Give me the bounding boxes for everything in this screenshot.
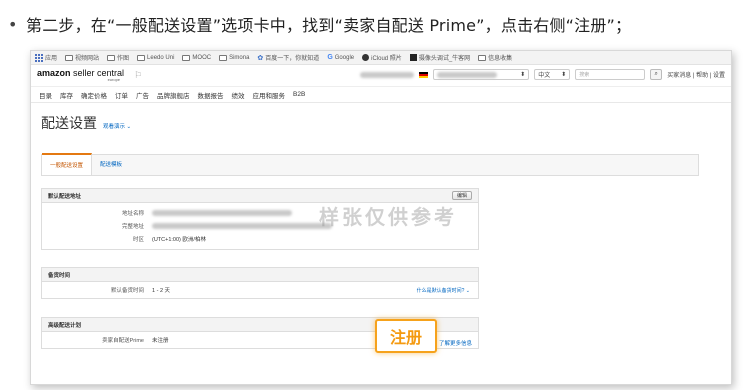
nav-catalog[interactable]: 目录 <box>39 90 52 100</box>
apps-icon <box>35 53 43 62</box>
learn-more-link[interactable]: 了解更多信息 <box>439 339 472 347</box>
header-controls: ⬍ 中文 ⬍ 搜索 ⌕ 买家消息 | 帮助 | 设置 <box>360 69 725 80</box>
main-nav: 目录 库存 确定价格 订单 广告 品牌旗舰店 数据报告 绩效 应用和服务 B2B <box>31 87 731 103</box>
folder-icon <box>219 54 228 61</box>
nav-pricing[interactable]: 确定价格 <box>81 90 107 100</box>
search-input[interactable]: 搜索 <box>575 69 646 80</box>
default-handling-row: 默认备货时间 1 - 2 天 什么是默认备货时间? ⌄ <box>110 287 470 295</box>
instruction-text: 第二步，在“一般配送设置”选项卡中，找到“卖家自配送 Prime”，点击右侧“注… <box>26 16 632 35</box>
nav-b2b[interactable]: B2B <box>293 91 305 98</box>
bookmark-google[interactable]: G Google <box>327 54 354 61</box>
flag-icon[interactable]: ⚐ <box>134 70 142 81</box>
nav-apps[interactable]: 应用和服务 <box>253 90 286 100</box>
bookmark-apps[interactable]: 应用 <box>35 53 57 62</box>
square-icon <box>409 54 417 61</box>
timezone-row: 时区 (UTC+1:00) 欧洲/柏林 <box>132 236 206 243</box>
folder-icon <box>65 54 74 61</box>
page-header: 配送设置 观看演示 ⌄ <box>31 103 731 132</box>
bookmarks-bar: 应用 视频网站 作图 Leedo Uni MOOC Simona ✿ 百度一下，你… <box>31 51 731 65</box>
nav-stores[interactable]: 品牌旗舰店 <box>157 90 190 100</box>
marketplace-select[interactable]: ⬍ <box>433 69 530 80</box>
handling-time-help-link[interactable]: 什么是默认备货时间? ⌄ <box>417 287 470 294</box>
instruction-line: • 第二步，在“一般配送设置”选项卡中，找到“卖家自配送 Prime”，点击右侧… <box>8 10 748 38</box>
watermark: 样张仅供参考 <box>319 205 457 229</box>
seller-header: amazon seller central europe ⚐ ⬍ 中文 ⬍ 搜索 … <box>31 65 731 87</box>
redacted-value <box>152 209 292 216</box>
amazon-logo[interactable]: amazon seller central europe <box>37 69 124 82</box>
bookmark-video[interactable]: 视频网站 <box>65 53 99 62</box>
handling-time-section: 备货时间 默认备货时间 1 - 2 天 什么是默认备货时间? ⌄ <box>41 267 479 299</box>
germany-flag-icon <box>419 71 429 78</box>
search-button[interactable]: ⌕ <box>650 69 663 80</box>
folder-icon <box>137 54 146 61</box>
bookmark-leedo[interactable]: Leedo Uni <box>137 54 174 61</box>
tab-shipping-templates[interactable]: 配送模板 <box>92 153 130 175</box>
chevron-updown-icon: ⬍ <box>561 72 567 78</box>
bookmark-simona[interactable]: Simona <box>219 54 249 61</box>
nav-advertising[interactable]: 广告 <box>136 90 149 100</box>
tab-general-shipping[interactable]: 一般配送设置 <box>42 153 93 175</box>
nav-performance[interactable]: 绩效 <box>232 90 245 100</box>
google-icon: G <box>327 54 333 61</box>
bookmark-baidu[interactable]: ✿ 百度一下，你就知道 <box>257 53 319 63</box>
bookmark-icloud[interactable]: iCloud 照片 <box>362 53 402 62</box>
nav-inventory[interactable]: 库存 <box>60 90 73 100</box>
nav-reports[interactable]: 数据报告 <box>198 90 224 100</box>
apple-icon <box>362 54 370 61</box>
search-icon: ⌕ <box>654 71 658 77</box>
settings-tabs: 一般配送设置 配送模板 <box>41 153 699 176</box>
account-name-redacted <box>360 71 415 78</box>
folder-icon <box>478 54 487 61</box>
register-button[interactable]: 注册 <box>375 319 437 353</box>
header-links[interactable]: 买家消息 | 帮助 | 设置 <box>667 70 725 79</box>
paw-icon: ✿ <box>257 54 264 62</box>
bullet: • <box>8 14 18 34</box>
bookmark-info[interactable]: 信息收集 <box>478 53 512 62</box>
watch-demo-link[interactable]: 观看演示 ⌄ <box>103 122 131 130</box>
redacted-value <box>152 222 332 229</box>
bookmark-nowcoder[interactable]: 摄像头调试_牛客网 <box>409 53 470 62</box>
folder-icon <box>107 54 116 61</box>
page-title: 配送设置 <box>41 116 97 132</box>
chevron-updown-icon: ⬍ <box>520 72 526 78</box>
bookmark-drawing[interactable]: 作图 <box>107 53 129 62</box>
bookmark-mooc[interactable]: MOOC <box>182 54 211 61</box>
nav-orders[interactable]: 订单 <box>115 90 128 100</box>
language-select[interactable]: 中文 ⬍ <box>534 69 571 80</box>
edit-button[interactable]: 编辑 <box>451 191 472 200</box>
section-title: 备货时间 <box>42 268 478 282</box>
folder-icon <box>182 54 191 61</box>
seller-central-screenshot: 应用 视频网站 作图 Leedo Uni MOOC Simona ✿ 百度一下，你… <box>30 50 732 385</box>
